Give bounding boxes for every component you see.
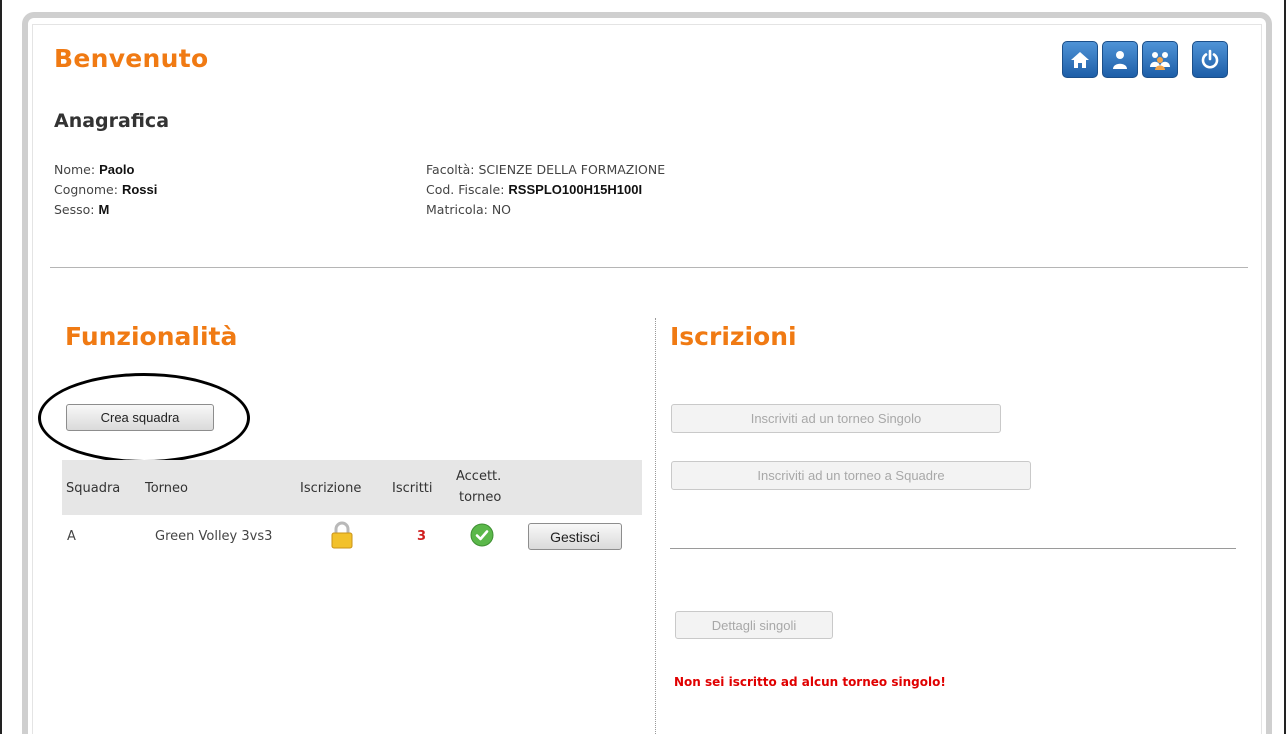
iscriviti-singolo-button[interactable]: Inscriviti ad un torneo Singolo: [671, 404, 1001, 433]
cognome-value: Rossi: [121, 182, 158, 197]
anagrafica-heading: Anagrafica: [54, 110, 170, 132]
row-squadra: A: [67, 529, 76, 544]
codfiscale-value: RSSPLO100H15H100I: [508, 182, 643, 197]
matricola-row: Matricola: NO: [426, 200, 665, 220]
facolta-value: SCIENZE DELLA FORMAZIONE: [478, 162, 666, 177]
nome-label: Nome:: [54, 162, 96, 177]
facolta-label: Facoltà:: [426, 162, 475, 177]
col-iscrizione: Iscrizione: [300, 481, 362, 496]
cognome-row: Cognome: Rossi: [54, 180, 157, 200]
anagrafica-left-info: Nome: Paolo Cognome: Rossi Sesso: M: [54, 160, 157, 220]
funzionalita-heading: Funzionalità: [65, 322, 238, 351]
window-right-edge: [1276, 0, 1286, 734]
group-button[interactable]: [1142, 41, 1178, 78]
nome-value: Paolo: [99, 162, 135, 177]
user-icon: [1113, 50, 1127, 69]
facolta-row: Facoltà: SCIENZE DELLA FORMAZIONE: [426, 160, 665, 180]
sesso-label: Sesso:: [54, 202, 95, 217]
top-toolbar: [1062, 41, 1228, 78]
power-icon: [1201, 49, 1219, 68]
home-button[interactable]: [1062, 41, 1098, 78]
iscrizioni-heading: Iscrizioni: [670, 322, 797, 351]
logout-button[interactable]: [1192, 41, 1228, 78]
col-torneo: Torneo: [145, 481, 188, 496]
gestisci-button[interactable]: Gestisci: [528, 523, 622, 550]
iscriviti-squadre-button[interactable]: Inscriviti ad un torneo a Squadre: [671, 461, 1031, 490]
row-iscritti: 3: [417, 529, 427, 544]
window-left-edge: [0, 0, 12, 734]
content-panel: [32, 24, 1262, 734]
iscrizioni-divider: [670, 548, 1236, 549]
column-divider: [655, 318, 656, 734]
section-divider: [50, 267, 1248, 268]
crea-squadra-button[interactable]: Crea squadra: [66, 404, 214, 431]
sesso-value: M: [98, 202, 110, 217]
codfiscale-label: Cod. Fiscale:: [426, 182, 505, 197]
cognome-label: Cognome:: [54, 182, 118, 197]
codfiscale-row: Cod. Fiscale: RSSPLO100H15H100I: [426, 180, 665, 200]
matricola-label: Matricola:: [426, 202, 488, 217]
col-accett: Accett.: [456, 469, 502, 484]
row-torneo: Green Volley 3vs3: [155, 529, 273, 544]
col-iscritti: Iscritti: [392, 481, 433, 496]
group-icon: [1150, 51, 1170, 70]
user-button[interactable]: [1102, 41, 1138, 78]
matricola-value: NO: [491, 202, 512, 217]
dettagli-singoli-button[interactable]: Dettagli singoli: [675, 611, 833, 639]
col-squadra: Squadra: [66, 481, 121, 496]
page-title: Benvenuto: [54, 44, 209, 73]
nome-row: Nome: Paolo: [54, 160, 157, 180]
lock-icon: [331, 521, 353, 549]
home-icon: [1071, 51, 1089, 68]
anagrafica-right-info: Facoltà: SCIENZE DELLA FORMAZIONE Cod. F…: [426, 160, 665, 220]
check-icon: [470, 523, 494, 547]
sesso-row: Sesso: M: [54, 200, 157, 220]
error-message: Non sei iscritto ad alcun torneo singolo…: [674, 675, 946, 689]
col-accett-torneo: torneo: [459, 490, 502, 505]
